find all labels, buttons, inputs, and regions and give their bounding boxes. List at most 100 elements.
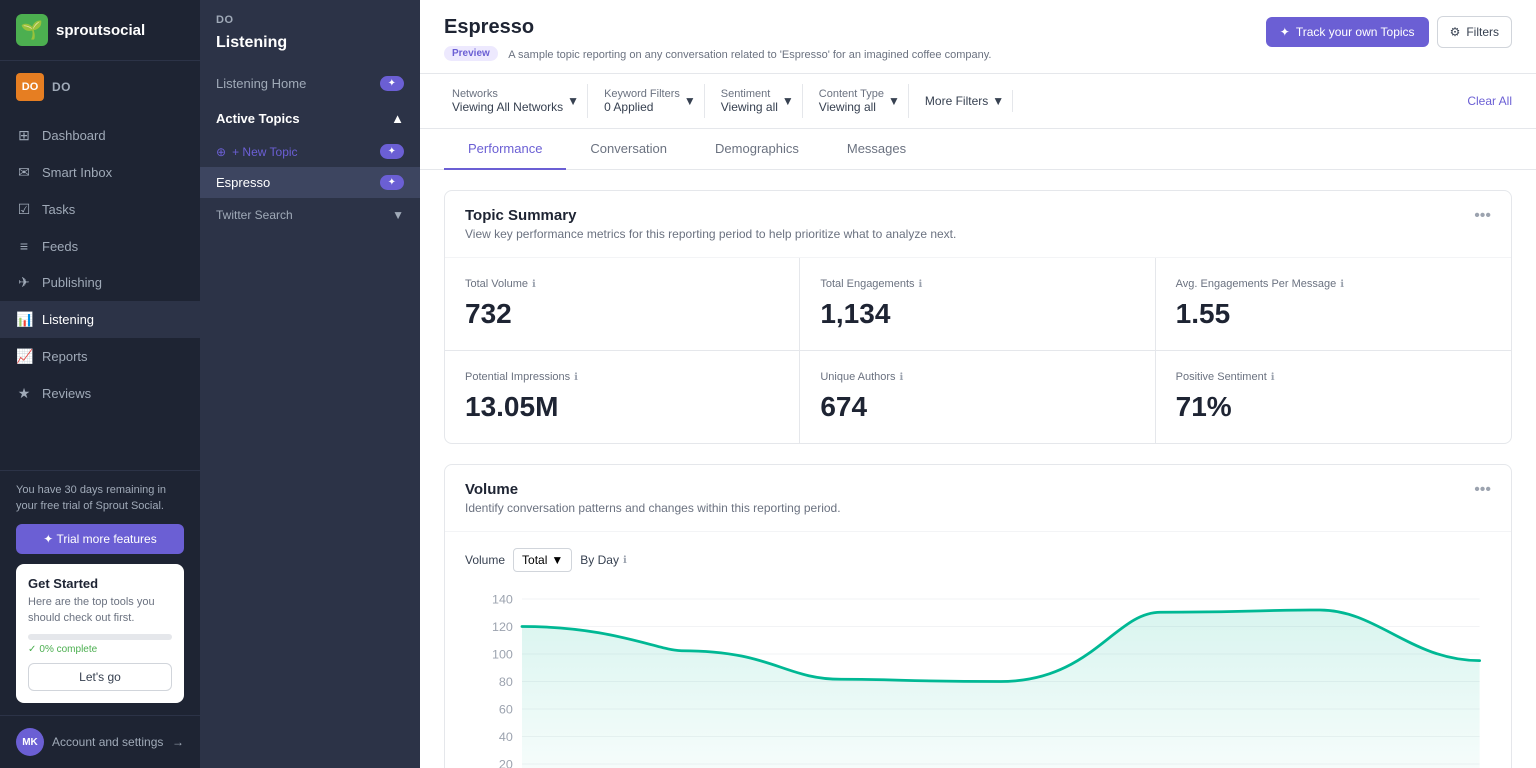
topic-summary-heading: Topic Summary View key performance metri… [465,207,956,241]
left-navigation: 🌱 sproutsocial DO DO ⊞ Dashboard ✉ Smart… [0,0,200,768]
sidebar-item-label: Publishing [42,275,102,290]
info-icon: ℹ [900,372,904,383]
volume-chart-area: 140 120 100 80 60 40 20 0 [445,588,1511,768]
sidebar-item-label: Dashboard [42,128,106,143]
listening-home-badge: ✦ [380,76,404,91]
stat-avg-engagements: Avg. Engagements Per Message ℹ 1.55 [1156,258,1511,351]
sidebar-item-reviews[interactable]: ★ Reviews [0,375,200,412]
plus-icon: ⊕ [216,145,226,159]
topic-espresso[interactable]: Espresso ✦ [200,167,420,198]
feeds-icon: ≡ [16,238,32,254]
listening-icon: 📊 [16,311,32,328]
logo-area: 🌱 sproutsocial [0,0,200,61]
middle-panel: DO Listening Listening Home ✦ Active Top… [200,0,420,768]
account-settings[interactable]: MK Account and settings → [0,715,200,768]
chevron-up-icon: ▲ [391,111,404,126]
more-filters[interactable]: More Filters ▼ [917,90,1013,112]
volume-type-select[interactable]: Total ▼ [513,548,572,572]
sidebar-item-feeds[interactable]: ≡ Feeds [0,228,200,264]
espresso-badge: ✦ [380,175,404,190]
chevron-down-icon: ▼ [782,94,794,108]
page-title: Espresso [444,16,991,39]
sidebar-item-smart-inbox[interactable]: ✉ Smart Inbox [0,154,200,191]
sidebar-item-label: Listening [42,312,94,327]
volume-header: Volume Identify conversation patterns an… [445,465,1511,532]
sidebar-item-label: Reports [42,349,88,364]
info-icon: ℹ [532,279,536,290]
nav-items: ⊞ Dashboard ✉ Smart Inbox ☑ Tasks ≡ Feed… [0,113,200,470]
reports-icon: 📈 [16,348,32,365]
volume-heading: Volume Identify conversation patterns an… [465,481,841,515]
networks-filter[interactable]: Networks Viewing All Networks ▼ [444,84,588,118]
info-icon: ℹ [1340,279,1344,290]
header-left: Espresso Preview A sample topic reportin… [444,16,991,73]
tab-performance[interactable]: Performance [444,129,566,170]
sample-description: A sample topic reporting on any conversa… [508,49,991,61]
filter-bar: Networks Viewing All Networks ▼ Keyword … [420,74,1536,129]
content-type-filter[interactable]: Content Type Viewing all ▼ [811,84,909,118]
track-topics-button[interactable]: ✦ Track your own Topics [1266,17,1429,47]
twitter-search-section[interactable]: Twitter Search ▼ [200,198,420,232]
avatar: MK [16,728,44,756]
sidebar-item-listening[interactable]: 📊 Listening [0,301,200,338]
keyword-filter[interactable]: Keyword Filters 0 Applied ▼ [596,84,705,118]
workspace-label: DO [52,80,71,94]
progress-bar-background [28,634,172,640]
logo-icon: 🌱 [16,14,48,46]
inbox-icon: ✉ [16,164,32,181]
info-icon: ℹ [623,555,627,566]
stat-potential-impressions: Potential Impressions ℹ 13.05M [445,351,800,443]
more-options-icon[interactable]: ••• [1474,207,1491,225]
chevron-down-icon: ▼ [992,94,1004,108]
sidebar-item-publishing[interactable]: ✈ Publishing [0,264,200,301]
svg-text:80: 80 [499,675,513,689]
workspace-panel-label: DO [216,14,404,26]
section-title: Listening [200,30,420,66]
chevron-down-icon: ▼ [551,553,563,567]
tab-messages[interactable]: Messages [823,129,930,170]
sentiment-filter[interactable]: Sentiment Viewing all ▼ [713,84,803,118]
preview-badge: Preview [444,46,498,61]
workspace-selector[interactable]: DO DO [0,61,200,113]
volume-more-icon[interactable]: ••• [1474,481,1491,499]
sidebar-item-label: Feeds [42,239,78,254]
publishing-icon: ✈ [16,274,32,291]
active-topics-section[interactable]: Active Topics ▲ [200,101,420,136]
sidebar-item-label: Tasks [42,202,75,217]
stat-total-volume: Total Volume ℹ 732 [445,258,800,351]
tab-conversation[interactable]: Conversation [566,129,691,170]
svg-text:100: 100 [492,648,513,662]
new-topic-badge: ✦ [380,144,404,159]
stat-unique-authors: Unique Authors ℹ 674 [800,351,1155,443]
info-icon: ℹ [1271,372,1275,383]
trial-button[interactable]: ✦ Trial more features [16,524,184,554]
content-area: Topic Summary View key performance metri… [420,170,1536,768]
svg-text:60: 60 [499,703,513,717]
dashboard-icon: ⊞ [16,127,32,144]
tab-demographics[interactable]: Demographics [691,129,823,170]
sidebar-item-dashboard[interactable]: ⊞ Dashboard [0,117,200,154]
get-started-desc: Here are the top tools you should check … [28,595,172,626]
info-icon: ℹ [574,372,578,383]
new-topic-button[interactable]: ⊕ + New Topic ✦ [200,136,420,167]
clear-all-button[interactable]: Clear All [1467,94,1512,108]
listening-home-nav[interactable]: Listening Home ✦ [200,66,420,101]
volume-controls: Volume Total ▼ By Day ℹ [445,532,1511,588]
main-content: Espresso Preview A sample topic reportin… [420,0,1536,768]
content-tabs: Performance Conversation Demographics Me… [420,129,1536,170]
sidebar-item-reports[interactable]: 📈 Reports [0,338,200,375]
trial-notice: You have 30 days remaining in your free … [16,483,184,514]
filters-button[interactable]: ⚙ Filters [1437,16,1512,48]
svg-text:120: 120 [492,620,513,634]
nav-bottom: You have 30 days remaining in your free … [0,470,200,715]
chevron-down-icon: ▼ [392,208,404,222]
chevron-down-icon: ▼ [888,94,900,108]
chevron-down-icon: ▼ [567,94,579,108]
sidebar-item-label: Smart Inbox [42,165,112,180]
volume-card: Volume Identify conversation patterns an… [444,464,1512,768]
reviews-icon: ★ [16,385,32,402]
progress-label: ✓ 0% complete [28,644,172,655]
svg-text:20: 20 [499,758,513,768]
lets-go-button[interactable]: Let's go [28,663,172,691]
sidebar-item-tasks[interactable]: ☑ Tasks [0,191,200,228]
